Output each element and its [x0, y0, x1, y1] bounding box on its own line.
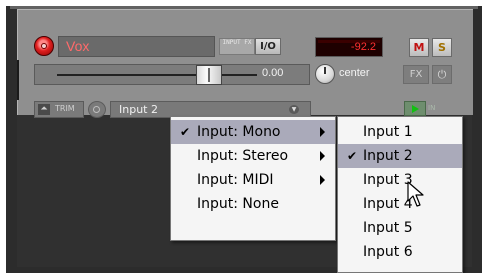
volume-fader-handle[interactable] [196, 65, 222, 85]
peak-level: -92.2 [350, 41, 376, 53]
checkmark-icon: ✔ [347, 149, 358, 163]
envelope-icon: ⏶ [38, 104, 50, 115]
pan-value: center [339, 67, 370, 79]
mouse-pointer-icon [407, 181, 424, 207]
submenu-item-input-1[interactable]: Input 1 [338, 120, 462, 144]
trim-label: TRIM [55, 104, 75, 113]
menu-item-label: Input: None [197, 196, 279, 212]
track-divider [17, 60, 19, 100]
volume-value: 0.00 [262, 67, 284, 79]
fader-line [57, 74, 257, 76]
submenu-item-label: Input 3 [363, 172, 413, 188]
track-name-field[interactable]: Vox [58, 36, 215, 57]
mute-button[interactable]: M [409, 38, 429, 57]
power-icon[interactable]: ⏻ [432, 65, 452, 84]
submenu-item-label: Input 2 [363, 148, 413, 164]
track-name: Vox [66, 38, 90, 54]
track-panel [17, 9, 473, 115]
checkmark-icon: ✔ [180, 125, 191, 139]
play-icon[interactable] [404, 101, 426, 116]
menu-item-label: Input: MIDI [197, 172, 274, 188]
submenu-item-input-3[interactable]: Input 3 [338, 168, 462, 192]
menu-item-input-stereo[interactable]: Input: Stereo [171, 144, 335, 168]
chevron-down-icon: ▼ [289, 105, 299, 114]
submenu-arrow-icon [320, 127, 325, 137]
in-label: IN [428, 104, 436, 112]
io-button[interactable]: I/O [255, 38, 281, 55]
pan-knob-icon[interactable] [315, 64, 335, 84]
input-select-value: Input 2 [119, 103, 158, 116]
submenu-item-label: Input 4 [363, 196, 413, 212]
submenu-item-label: Input 1 [363, 124, 413, 140]
submenu-item-input-5[interactable]: Input 5 [338, 216, 462, 240]
submenu-arrow-icon [320, 175, 325, 185]
trim-button[interactable]: ⏶ TRIM [34, 101, 84, 118]
submenu-item-input-6[interactable]: Input 6 [338, 240, 462, 264]
input-fx-button[interactable]: INPUT FX [219, 38, 255, 55]
submenu-arrow-icon [320, 151, 325, 161]
record-arm-icon[interactable] [34, 36, 54, 56]
menu-item-label: Input: Mono [197, 124, 281, 140]
menu-item-input-mono[interactable]: ✔ Input: Mono [171, 120, 335, 144]
input-submenu: Input 1 ✔ Input 2 Input 3 Input 4 Input … [337, 116, 463, 273]
submenu-item-input-2[interactable]: ✔ Input 2 [338, 144, 462, 168]
menu-item-input-none[interactable]: Input: None [171, 192, 335, 216]
submenu-item-input-4[interactable]: Input 4 [338, 192, 462, 216]
fx-button[interactable]: FX [403, 65, 429, 84]
submenu-item-label: Input 5 [363, 220, 413, 236]
input-fx-label: INPUT FX [222, 39, 252, 46]
menu-item-label: Input: Stereo [197, 148, 289, 164]
monitor-icon[interactable] [88, 101, 106, 118]
solo-button[interactable]: S [432, 38, 452, 57]
menu-item-input-midi[interactable]: Input: MIDI [171, 168, 335, 192]
input-menu: ✔ Input: Mono Input: Stereo Input: MIDI … [170, 116, 336, 241]
peak-meter[interactable]: -92.2 [315, 37, 383, 57]
submenu-item-label: Input 6 [363, 244, 413, 260]
